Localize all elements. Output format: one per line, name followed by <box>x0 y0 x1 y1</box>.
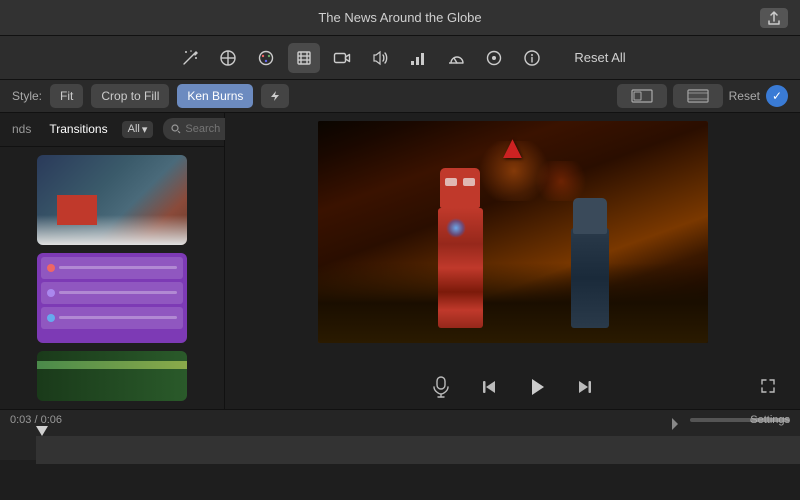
timeline-audio-icon <box>664 416 680 437</box>
fit-button[interactable]: Fit <box>50 84 83 108</box>
bars-icon[interactable] <box>402 43 434 73</box>
confirm-button[interactable]: ✓ <box>766 85 788 107</box>
next-icon <box>576 378 594 396</box>
next-button[interactable] <box>571 373 599 401</box>
style-right-controls: Reset ✓ <box>617 84 788 108</box>
reset-button[interactable]: Reset <box>729 89 760 103</box>
settings-button[interactable]: Settings <box>750 414 790 426</box>
info-icon[interactable] <box>516 43 548 73</box>
main-layout: nds Transitions All ▾ <box>0 113 800 409</box>
play-button[interactable] <box>523 373 551 401</box>
play-icon <box>526 376 548 398</box>
toolbar: Reset All <box>0 36 800 80</box>
playhead[interactable] <box>36 426 48 436</box>
color-icon[interactable] <box>212 43 244 73</box>
sidebar: nds Transitions All ▾ <box>0 113 225 409</box>
list-item[interactable] <box>37 155 187 245</box>
ken-burns-button[interactable]: Ken Burns <box>177 84 253 108</box>
video-preview[interactable]: ▲ <box>318 121 708 343</box>
share-icon <box>767 11 781 25</box>
expand-icon <box>760 378 776 394</box>
playback-controls <box>225 369 800 405</box>
sidebar-tab-sounds[interactable]: nds <box>8 120 35 138</box>
title-bar: The News Around the Globe <box>0 0 800 36</box>
mic-icon <box>432 376 450 398</box>
sidebar-tabs: nds Transitions All ▾ <box>0 113 224 147</box>
all-dropdown[interactable]: All ▾ <box>122 121 154 138</box>
crop-to-fill-button[interactable]: Crop to Fill <box>91 84 169 108</box>
ken-burns-icon-button[interactable] <box>261 84 289 108</box>
previous-button[interactable] <box>475 373 503 401</box>
aspect-icon <box>631 89 653 103</box>
share-button[interactable] <box>760 8 788 28</box>
lightning-icon <box>268 89 282 103</box>
thumbnail-list <box>0 147 224 409</box>
ken-burns-arrow: ▲ <box>497 131 529 163</box>
microphone-button[interactable] <box>427 373 455 401</box>
window-title: The News Around the Globe <box>318 10 481 25</box>
crop-icon[interactable] <box>288 43 320 73</box>
camera-icon[interactable] <box>326 43 358 73</box>
aspect-ratio-button-2[interactable] <box>673 84 723 108</box>
video-area: ▲ <box>225 113 800 409</box>
list-item[interactable] <box>37 253 187 343</box>
prev-icon <box>480 378 498 396</box>
sidebar-tab-transitions[interactable]: Transitions <box>45 120 111 138</box>
style-label: Style: <box>12 89 42 103</box>
timeline-track[interactable] <box>36 436 800 464</box>
fullscreen-button[interactable] <box>760 378 776 399</box>
timeline: 0:03 / 0:06 Settings <box>0 409 800 460</box>
aspect-ratio-button[interactable] <box>617 84 667 108</box>
palette-icon[interactable] <box>250 43 282 73</box>
speed-icon[interactable] <box>440 43 472 73</box>
style-bar: Style: Fit Crop to Fill Ken Burns <box>0 80 800 113</box>
search-icon <box>171 124 181 134</box>
playback-time: 0:03 / 0:06 <box>10 414 62 426</box>
magic-wand-icon[interactable] <box>174 43 206 73</box>
reset-all-button[interactable]: Reset All <box>574 50 625 65</box>
list-item[interactable] <box>37 351 187 401</box>
aspect-icon-2 <box>687 89 709 103</box>
clip-icon[interactable] <box>478 43 510 73</box>
audio-icon[interactable] <box>364 43 396 73</box>
